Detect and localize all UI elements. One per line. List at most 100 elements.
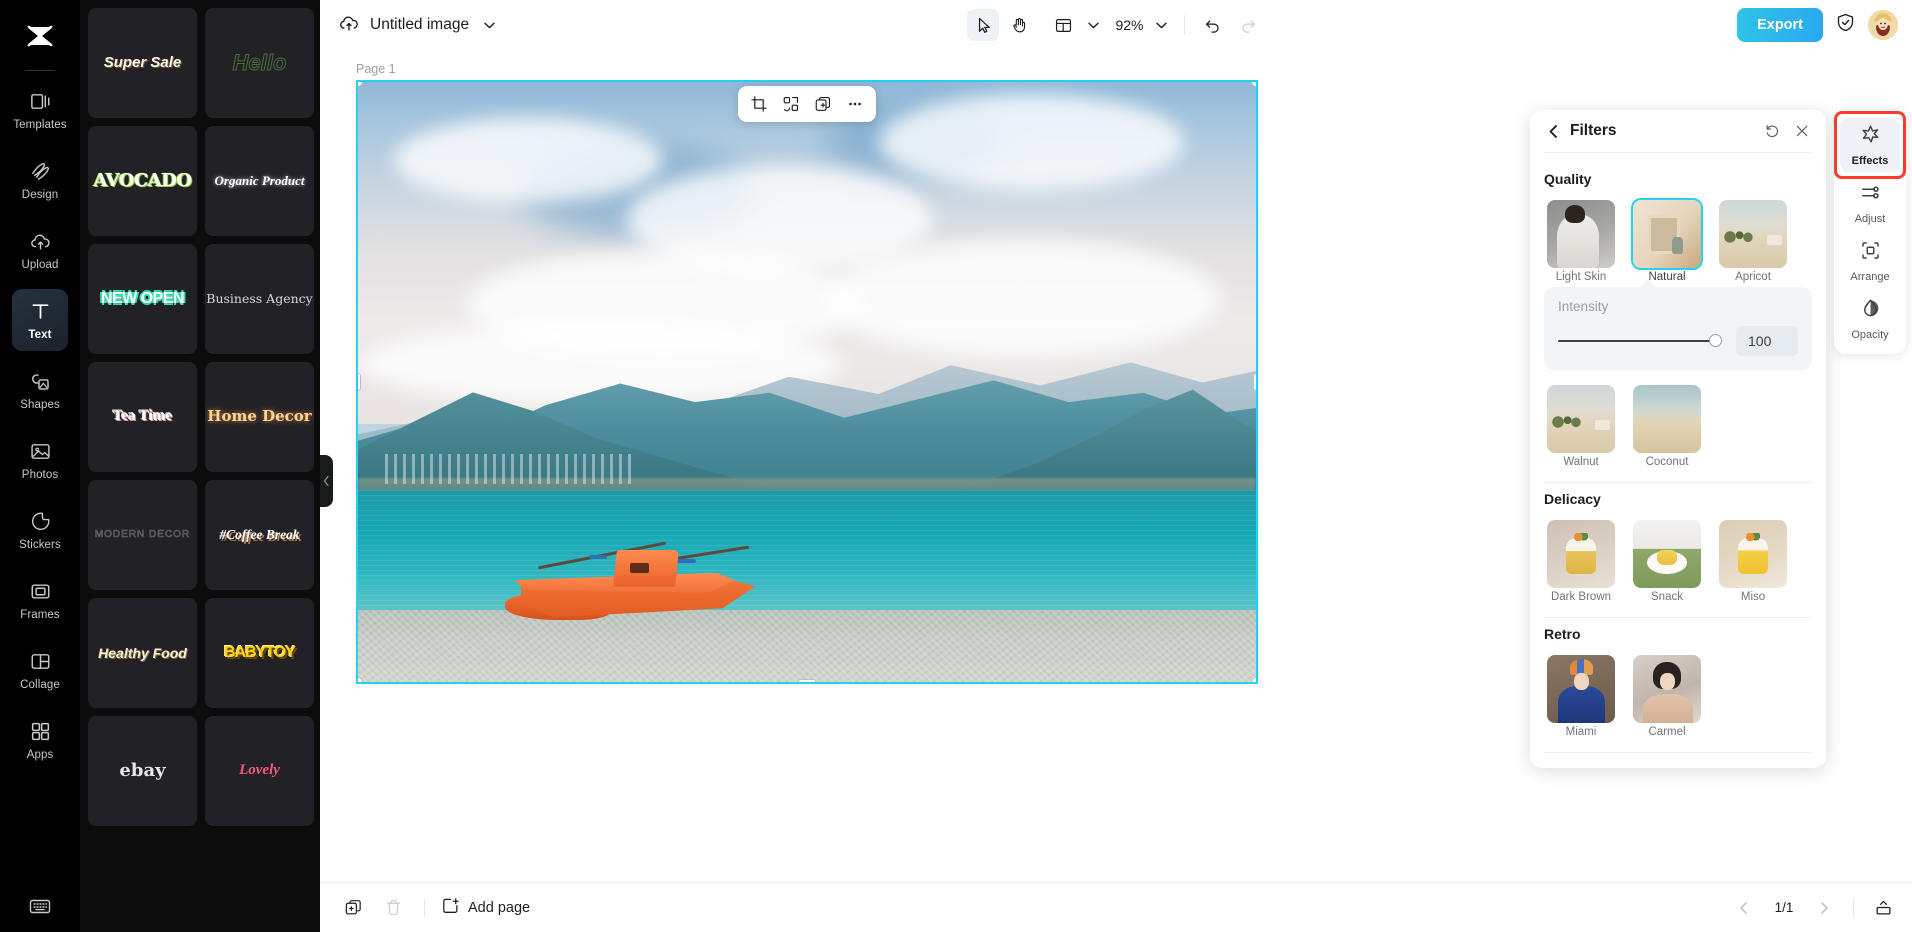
text-template-card[interactable]: Lovely (205, 716, 314, 826)
cloud-upload-icon[interactable] (338, 12, 360, 39)
chevron-left-icon (1549, 124, 1557, 138)
lake-water (358, 490, 1256, 622)
back-button[interactable] (1544, 122, 1562, 140)
hand-tool-button[interactable] (1003, 9, 1035, 41)
portrait-face (1660, 672, 1676, 691)
remove-background-icon (783, 96, 799, 112)
add-page-button[interactable]: Add page (441, 896, 530, 919)
layout-chevron-down-icon[interactable] (1083, 10, 1103, 40)
text-template-card[interactable]: Healthy Food (88, 598, 197, 708)
text-template-grid: Super Sale Hello AVOCADO Organic Product NEW… (88, 8, 314, 826)
reset-button[interactable] (1762, 121, 1782, 141)
text-template-card[interactable]: ebay (88, 716, 197, 826)
filters-scroll-body[interactable]: Quality Light Skin Natural Apricot Intensity… (1530, 153, 1826, 768)
sidebar-item-shapes[interactable]: Shapes (12, 359, 68, 421)
keyboard-shortcut-button[interactable] (0, 894, 80, 918)
properties-tab-adjust[interactable]: Adjust (1840, 176, 1900, 230)
sidebar-item-collage[interactable]: Collage (12, 639, 68, 701)
sidebar-item-upload[interactable]: Upload (12, 219, 68, 281)
zoom-level[interactable]: 92% (1107, 17, 1147, 33)
filter-option-natural[interactable]: Natural (1630, 197, 1704, 283)
filter-option-coconut[interactable]: Coconut (1630, 382, 1704, 468)
trash-icon (386, 900, 400, 915)
select-tool-button[interactable] (967, 9, 1000, 41)
zoom-chevron-down-icon[interactable] (1152, 10, 1172, 40)
filter-option-miami[interactable]: Miami (1544, 652, 1618, 738)
properties-tab-effects[interactable]: Effects (1834, 111, 1906, 179)
sidebar-item-stickers[interactable]: Stickers (12, 499, 68, 561)
delete-page-button[interactable] (378, 893, 408, 923)
remove-background-button[interactable] (776, 89, 806, 119)
redo-button[interactable] (1233, 9, 1265, 41)
selected-image-object[interactable] (356, 80, 1258, 684)
filter-grid: Light Skin Natural Apricot (1544, 197, 1812, 283)
filter-option-carmel[interactable]: Carmel (1630, 652, 1704, 738)
resize-handle-right[interactable] (1253, 373, 1256, 391)
shield-check-icon[interactable] (1835, 12, 1856, 38)
filter-option-snack[interactable]: Snack (1630, 517, 1704, 603)
text-template-card[interactable]: Super Sale (88, 8, 197, 118)
text-template-card[interactable]: MODERN DECOR (88, 480, 197, 590)
resize-handle-bottom-right[interactable] (1251, 677, 1256, 682)
sparkle-icon (1859, 123, 1882, 151)
text-template-card[interactable]: BABYTOY (205, 598, 314, 708)
sidebar-item-apps[interactable]: Apps (12, 709, 68, 771)
ellipsis-icon (849, 102, 861, 106)
crop-button[interactable] (744, 89, 774, 119)
collapse-pages-button[interactable] (1868, 893, 1898, 923)
resize-handle-bottom[interactable] (798, 679, 816, 682)
pebble-texture (358, 610, 1256, 682)
water-shimmer (358, 490, 1256, 622)
text-template-card[interactable]: NEW OPEN (88, 244, 197, 354)
text-template-label: Tea Time (112, 408, 173, 425)
sidebar-item-templates[interactable]: Templates (12, 79, 68, 141)
properties-tab-arrange[interactable]: Arrange (1840, 234, 1900, 288)
capcut-logo-icon[interactable] (18, 14, 62, 58)
text-template-card[interactable]: #Coffee Break (205, 480, 314, 590)
undo-button[interactable] (1197, 9, 1229, 41)
filter-option-miso[interactable]: Miso (1716, 517, 1790, 603)
chevron-left-icon (323, 475, 329, 487)
document-title[interactable]: Untitled image (370, 16, 469, 34)
layout-panel-button[interactable] (1047, 9, 1079, 41)
capcut-editor-window: Templates Design Upload Text Shapes Photos Sti… (0, 0, 1912, 932)
design-icon (28, 160, 52, 184)
next-page-button[interactable] (1809, 893, 1839, 923)
filter-option-dark-brown[interactable]: Dark Brown (1544, 517, 1618, 603)
sidebar-item-design[interactable]: Design (12, 149, 68, 211)
sidebar-item-text[interactable]: Text (12, 289, 68, 351)
sidebar-item-frames[interactable]: Frames (12, 569, 68, 631)
previous-page-button[interactable] (1729, 893, 1759, 923)
text-template-card[interactable]: Tea Time (88, 362, 197, 472)
properties-tab-opacity[interactable]: Opacity (1840, 292, 1900, 346)
text-template-card[interactable]: Organic Product (205, 126, 314, 236)
text-template-card[interactable]: Hello (205, 8, 314, 118)
section-divider (1544, 481, 1812, 483)
chevron-down-icon[interactable] (479, 10, 499, 40)
text-template-card[interactable]: Home Decor (205, 362, 314, 472)
text-icon (28, 300, 52, 324)
sidebar-item-photos[interactable]: Photos (12, 429, 68, 491)
resize-handle-left[interactable] (358, 373, 361, 391)
intensity-slider[interactable] (1558, 333, 1722, 349)
crop-icon (751, 96, 767, 112)
collage-icon (31, 654, 49, 669)
intensity-value[interactable]: 100 (1736, 325, 1798, 356)
text-template-card[interactable]: AVOCADO (88, 126, 197, 236)
intensity-control: Intensity 100 (1544, 286, 1812, 370)
duplicate-button[interactable] (808, 89, 838, 119)
document-title-group[interactable]: Untitled image (338, 10, 499, 40)
collapse-sidebar-handle[interactable] (320, 455, 333, 507)
avatar[interactable] (1868, 10, 1898, 40)
canvas-area[interactable]: Page 1 Filters Quality Light Skin Natura… (320, 50, 1912, 882)
text-template-label: #Coffee Break (219, 526, 300, 542)
export-button[interactable]: Export (1737, 8, 1823, 42)
close-button[interactable] (1792, 121, 1812, 141)
text-template-card[interactable]: Business Agency (205, 244, 314, 354)
filter-option-light-skin[interactable]: Light Skin (1544, 197, 1618, 283)
more-options-button[interactable] (840, 89, 870, 119)
slider-knob[interactable] (1709, 334, 1722, 348)
filter-option-walnut[interactable]: Walnut (1544, 382, 1618, 468)
duplicate-page-button[interactable] (338, 893, 368, 923)
filter-option-apricot[interactable]: Apricot (1716, 197, 1790, 283)
